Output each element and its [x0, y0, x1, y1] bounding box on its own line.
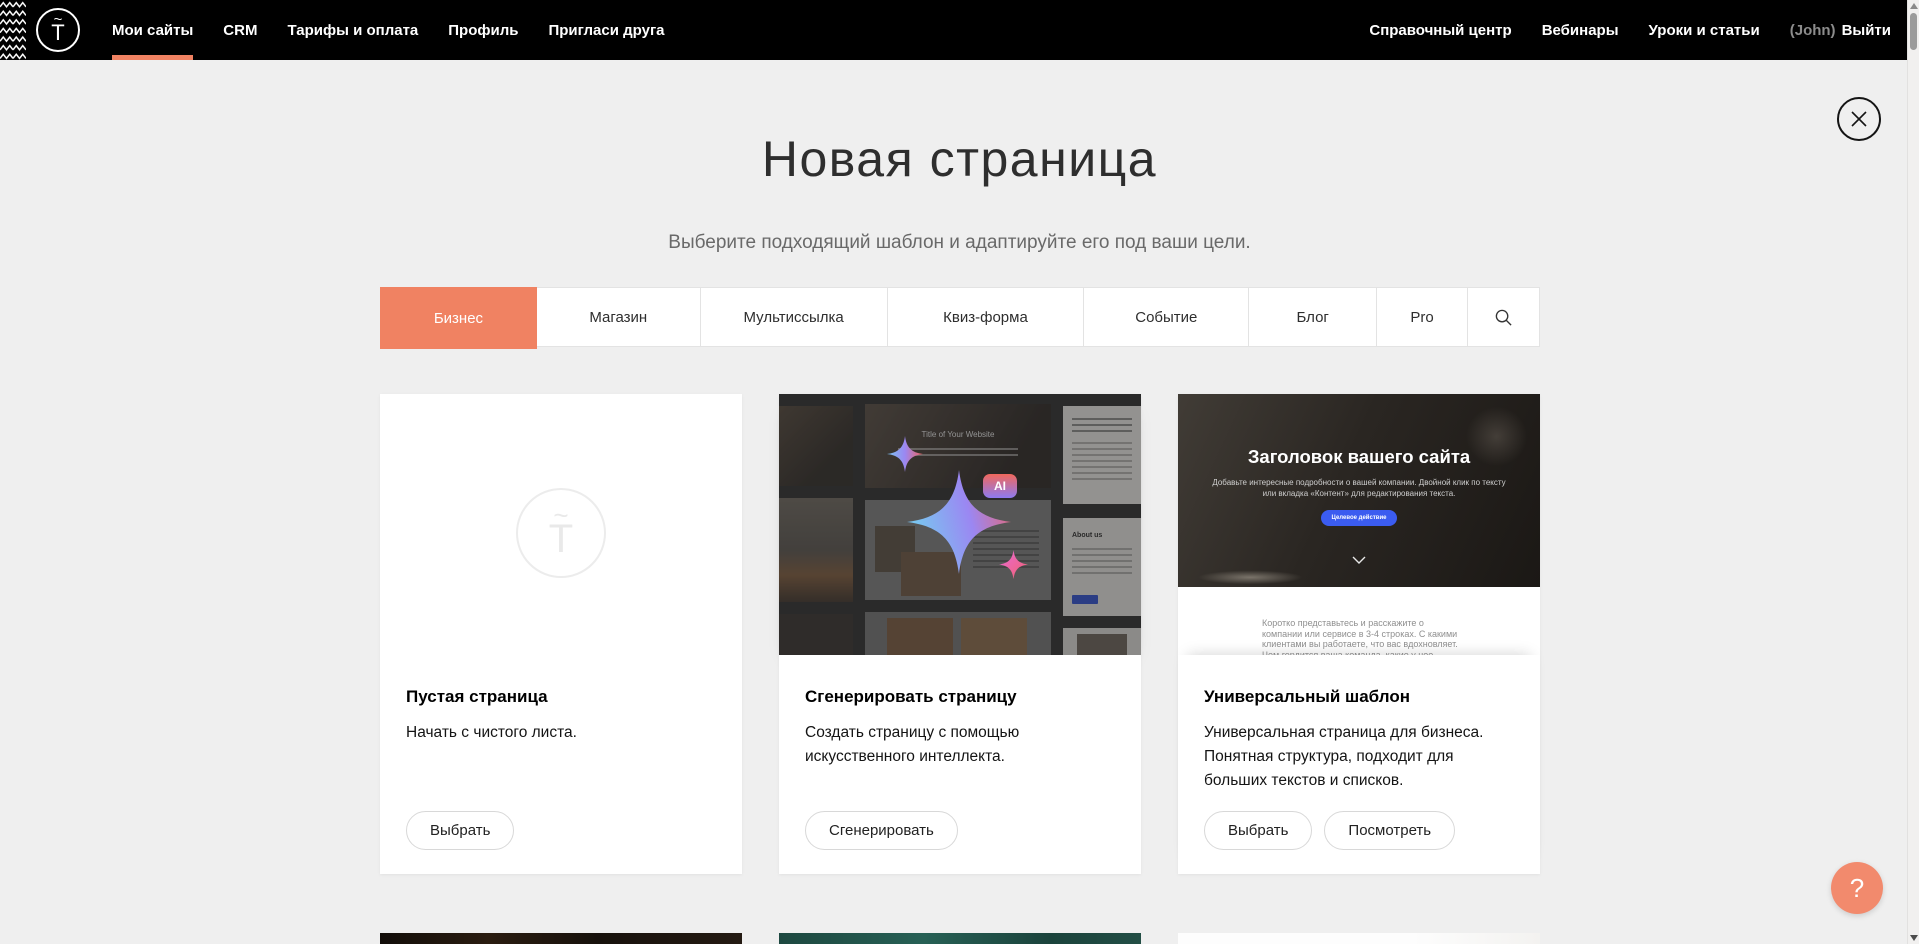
nav-crm[interactable]: CRM	[223, 0, 257, 60]
card-title: Пустая страница	[406, 687, 716, 707]
select-universal-button[interactable]: Выбрать	[1204, 811, 1312, 850]
help-button[interactable]: ?	[1831, 862, 1883, 914]
nav-my-sites[interactable]: Мои сайты	[112, 0, 193, 60]
hero-subtitle: Добавьте интересные подробности о вашей …	[1209, 478, 1509, 500]
sparkle-small-icon	[887, 436, 923, 472]
card-actions: Выбрать	[406, 811, 514, 850]
nav-lessons[interactable]: Уроки и статьи	[1649, 0, 1760, 60]
nav-pricing[interactable]: Тарифы и оплата	[287, 0, 418, 60]
top-nav-bar: ~ T Мои сайты CRM Тарифы и оплата Профил…	[0, 0, 1919, 60]
card-actions: Выбрать Посмотреть	[1204, 811, 1455, 850]
card-title: Сгенерировать страницу	[805, 687, 1115, 707]
nav-help-center[interactable]: Справочный центр	[1369, 0, 1511, 60]
watermark-letter: T	[549, 521, 573, 557]
chevron-down-icon	[1352, 556, 1366, 564]
logout-link[interactable]: Выйти	[1842, 22, 1891, 39]
ai-badge: AI	[983, 474, 1017, 498]
next-row-card-preview[interactable]	[779, 933, 1141, 944]
select-blank-button[interactable]: Выбрать	[406, 811, 514, 850]
close-icon	[1850, 110, 1868, 128]
page-title: Новая страница	[0, 130, 1919, 188]
template-body-text: Коротко представьтесь и расскажите о ком…	[1262, 618, 1462, 655]
tab-business[interactable]: Бизнес	[380, 287, 537, 349]
nav-invite-friend[interactable]: Пригласи друга	[548, 0, 664, 60]
blank-preview: ~ T	[380, 394, 742, 655]
secondary-menu: Справочный центр Вебинары Уроки и статьи…	[1369, 0, 1891, 60]
template-card-universal[interactable]: Заголовок вашего сайта Добавьте интересн…	[1178, 394, 1540, 874]
scrollbar[interactable]	[1907, 0, 1919, 944]
template-category-tabs: Бизнес Магазин Мультиссылка Квиз-форма С…	[380, 287, 1540, 347]
hero-cta-button: Целевое действие	[1321, 510, 1397, 526]
tab-search[interactable]	[1468, 288, 1539, 346]
scrollbar-thumb[interactable]	[1910, 13, 1917, 50]
page-subtitle: Выберите подходящий шаблон и адаптируйте…	[0, 232, 1919, 254]
universal-preview: Заголовок вашего сайта Добавьте интересн…	[1178, 394, 1540, 655]
tab-pro[interactable]: Pro	[1377, 288, 1468, 346]
nav-webinars[interactable]: Вебинары	[1542, 0, 1619, 60]
tilda-watermark-icon: ~ T	[516, 488, 606, 578]
card-description: Создать страницу с помощью искусственног…	[805, 721, 1115, 769]
template-card-blank[interactable]: ~ T Пустая страница Начать с чистого лис…	[380, 394, 742, 874]
preview-universal-button[interactable]: Посмотреть	[1324, 811, 1455, 850]
tab-store[interactable]: Магазин	[537, 288, 701, 346]
card-actions: Сгенерировать	[805, 811, 958, 850]
user-block: (John) Выйти	[1790, 0, 1891, 60]
card-description: Универсальная страница для бизнеса. Поня…	[1204, 721, 1514, 793]
nav-profile[interactable]: Профиль	[448, 0, 518, 60]
card-title: Универсальный шаблон	[1204, 687, 1514, 707]
template-card-ai-generate[interactable]: Title of Your Website About us	[779, 394, 1141, 874]
scrollbar-up-arrow[interactable]	[1910, 3, 1918, 9]
card-body: Сгенерировать страницу Создать страницу …	[779, 655, 1141, 874]
next-row-card-preview[interactable]	[380, 933, 742, 944]
card-body: Универсальный шаблон Универсальная стран…	[1178, 655, 1540, 874]
main-menu: Мои сайты CRM Тарифы и оплата Профиль Пр…	[112, 0, 665, 60]
card-description: Начать с чистого листа.	[406, 721, 716, 745]
user-name: (John)	[1790, 22, 1836, 39]
ai-collage-preview: Title of Your Website About us	[779, 394, 1141, 655]
sparkle-pink-icon	[999, 550, 1028, 579]
card-body: Пустая страница Начать с чистого листа. …	[380, 655, 742, 874]
generate-button[interactable]: Сгенерировать	[805, 811, 958, 850]
tilda-logo[interactable]: ~ T	[36, 8, 80, 52]
close-button[interactable]	[1837, 97, 1881, 141]
search-icon	[1494, 308, 1513, 327]
tab-event[interactable]: Событие	[1084, 288, 1249, 346]
template-hero-image: Заголовок вашего сайта Добавьте интересн…	[1178, 394, 1540, 587]
scrollbar-down-arrow[interactable]	[1910, 935, 1918, 941]
next-row-card-preview[interactable]	[1178, 933, 1540, 944]
tab-blog[interactable]: Блог	[1249, 288, 1377, 346]
tab-quiz-form[interactable]: Квиз-форма	[888, 288, 1085, 346]
page: ~ T Мои сайты CRM Тарифы и оплата Профил…	[0, 0, 1919, 944]
zigzag-pattern-icon	[0, 0, 26, 60]
logo-letter: T	[51, 23, 64, 43]
hero-title: Заголовок вашего сайта	[1178, 446, 1540, 468]
tab-multilink[interactable]: Мультиссылка	[701, 288, 888, 346]
